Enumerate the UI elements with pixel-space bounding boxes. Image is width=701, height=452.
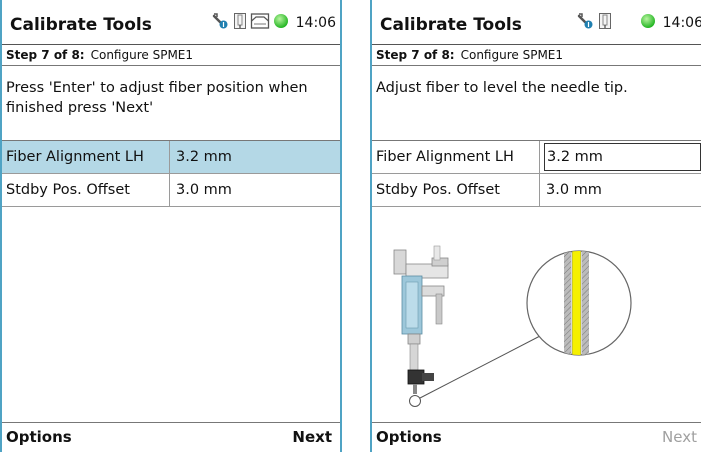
parameter-table: Fiber Alignment LH 3.2 mm Stdby Pos. Off… (372, 141, 701, 207)
param-name: Stdby Pos. Offset (372, 174, 540, 206)
next-softkey[interactable]: Next (662, 423, 697, 451)
param-name: Fiber Alignment LH (2, 141, 170, 173)
param-value-edit-field[interactable]: 3.2 mm (544, 143, 701, 171)
clock: 14:06 (662, 15, 701, 31)
param-value: 3.0 mm (546, 182, 602, 198)
syringe-icon (598, 12, 612, 34)
syringe-icon (233, 12, 247, 34)
param-value: 3.2 mm (176, 149, 232, 165)
spme-fiber-alignment-diagram (393, 245, 632, 407)
device-screen-1: Calibrate Tools 14:06 Step 7 of 8: Confi… (0, 0, 342, 452)
softkey-bar: Options Next (372, 422, 701, 452)
status-area: 14:06 (577, 12, 701, 34)
tool-icon (577, 12, 595, 34)
param-value: 3.0 mm (176, 182, 232, 198)
app-title: Calibrate Tools (380, 15, 522, 35)
param-row-fiber-alignment[interactable]: Fiber Alignment LH 3.2 mm (372, 141, 701, 174)
parameter-table: Fiber Alignment LH 3.2 mm Stdby Pos. Off… (2, 141, 340, 207)
param-row-stdby-offset[interactable]: Stdby Pos. Offset 3.0 mm (2, 174, 340, 207)
param-name: Stdby Pos. Offset (2, 174, 170, 206)
step-name: Configure SPME1 (90, 48, 194, 62)
instruction-text: Press 'Enter' to adjust fiber position w… (2, 66, 340, 141)
param-row-stdby-offset[interactable]: Stdby Pos. Offset 3.0 mm (372, 174, 701, 207)
softkey-bar: Options Next (2, 422, 340, 452)
step-name: Configure SPME1 (460, 48, 564, 62)
leader-line (419, 335, 541, 399)
step-bar: Step 7 of 8: Configure SPME1 (372, 44, 701, 66)
magnify-target-circle (409, 395, 421, 407)
instruction-text: Adjust fiber to level the needle tip. (372, 66, 701, 141)
tool-icon (212, 12, 230, 34)
param-row-fiber-alignment[interactable]: Fiber Alignment LH 3.2 mm (2, 141, 340, 174)
tray-icon (250, 12, 270, 34)
app-title: Calibrate Tools (10, 15, 152, 35)
step-bar: Step 7 of 8: Configure SPME1 (2, 44, 340, 66)
options-softkey[interactable]: Options (376, 423, 442, 451)
title-bar: Calibrate Tools 14:06 (2, 0, 340, 44)
next-softkey[interactable]: Next (292, 423, 332, 451)
step-number: Step 7 of 8: (376, 48, 455, 62)
device-screen-2: Calibrate Tools 14:06 Step 7 of 8: Confi… (370, 0, 701, 452)
clock: 14:06 (295, 15, 336, 31)
status-ok-icon (640, 13, 656, 33)
param-name: Fiber Alignment LH (372, 141, 540, 173)
status-ok-icon (273, 13, 289, 33)
spme-tool-drawing (393, 245, 449, 394)
magnified-view (526, 250, 632, 356)
step-number: Step 7 of 8: (6, 48, 85, 62)
status-area: 14:06 (212, 12, 336, 34)
title-bar: Calibrate Tools 14:06 (372, 0, 701, 44)
options-softkey[interactable]: Options (6, 423, 72, 451)
